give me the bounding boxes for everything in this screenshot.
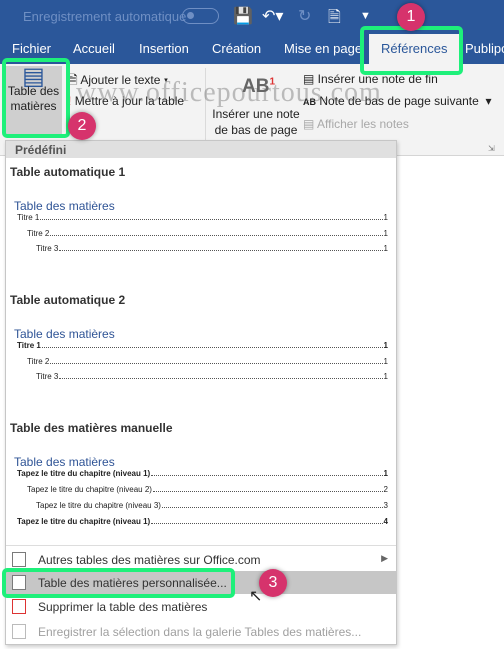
insert-footnote-button[interactable]: Insérer une note de bas de page: [208, 106, 304, 138]
menu-item-save-selection[interactable]: Enregistrer la sélection dans la galerie…: [6, 620, 396, 643]
row-text: Titre 2: [27, 357, 50, 366]
row-page: 4: [383, 517, 388, 526]
preview-row: Titre 3 1: [36, 372, 388, 381]
row-text: Titre 3: [36, 244, 59, 253]
save-gallery-icon: [12, 624, 26, 639]
update-table-label: Mettre à jour la table: [74, 94, 185, 108]
add-text-button[interactable]: 🗎 Ajouter le texte ▾: [68, 71, 168, 92]
menu-separator: [6, 545, 396, 546]
step-badge-3: 3: [259, 569, 287, 597]
row-text: Tapez le titre du chapitre (niveau 1): [17, 517, 151, 526]
show-notes-button[interactable]: ▤ Afficher les notes: [303, 117, 409, 131]
row-text: Titre 3: [36, 372, 59, 381]
gallery-item-toc-2[interactable]: Table des matières Titre 1 1 Titre 2 1 Titre …: [6, 317, 396, 387]
menu-item-label: Enregistrer la sélection dans la galerie…: [38, 625, 362, 639]
autosave-toggle[interactable]: [182, 8, 219, 24]
row-page: 1: [383, 244, 388, 253]
row-text: Titre 1: [17, 213, 40, 222]
row-page: 1: [383, 213, 388, 222]
tab-creation[interactable]: Création: [212, 41, 261, 56]
preview-row: Tapez le titre du chapitre (niveau 1) 4: [17, 517, 388, 526]
preview-row: Titre 1 1: [17, 213, 388, 222]
gallery-item-toc-1[interactable]: Table des matières Titre 1 1 Titre 2 1 Titre …: [6, 189, 396, 259]
ab-label: AB: [242, 76, 270, 97]
preview-title: Table des matières: [14, 327, 115, 341]
step-badge-2: 2: [68, 112, 96, 140]
menu-item-label: Autres tables des matières sur Office.co…: [38, 553, 261, 567]
tab-fichier[interactable]: Fichier: [12, 41, 51, 56]
tab-mise-en-page[interactable]: Mise en page: [284, 41, 362, 56]
ab-sup: 1: [269, 76, 276, 88]
row-page: 3: [383, 501, 388, 510]
autosave-label: Enregistrement automatique: [23, 9, 187, 24]
submenu-arrow-icon: ▶: [381, 553, 388, 563]
gallery-item-toc-3[interactable]: Table des matières Tapez le titre du chap…: [6, 445, 396, 530]
row-page: 1: [383, 372, 388, 381]
row-page: 1: [383, 357, 388, 366]
highlight-references: [360, 26, 463, 75]
row-page: 2: [383, 485, 388, 494]
undo-icon[interactable]: ↶▾: [262, 6, 283, 26]
row-text: Titre 2: [27, 229, 50, 238]
tab-insertion[interactable]: Insertion: [139, 41, 189, 56]
footnote-icon: AB1: [242, 76, 275, 98]
delete-icon: [12, 599, 26, 614]
highlight-toc-button: [2, 58, 70, 138]
next-footnote-button[interactable]: AB Note de bas de page suivante ▾: [303, 94, 492, 108]
globe-icon: [12, 552, 26, 567]
new-document-icon[interactable]: 🗎: [328, 6, 341, 33]
menu-item-label: Supprimer la table des matières: [38, 600, 208, 614]
row-text: Tapez le titre du chapitre (niveau 1): [17, 469, 151, 478]
tab-publipostage[interactable]: Publipo: [465, 41, 504, 56]
highlight-custom-toc: [2, 568, 235, 598]
gallery-section-title: Table automatique 1: [10, 165, 126, 179]
group-separator: [205, 68, 206, 140]
preview-title: Table des matières: [14, 199, 115, 213]
preview-row: Titre 2 1: [27, 357, 388, 366]
row-page: 1: [383, 341, 388, 350]
customize-toolbar-icon[interactable]: ▼: [360, 10, 371, 22]
preview-title: Table des matières: [14, 455, 115, 469]
preview-row: Titre 1 1: [17, 341, 388, 350]
preview-row: Tapez le titre du chapitre (niveau 1) 1: [17, 469, 388, 478]
redo-icon[interactable]: ↻: [298, 6, 311, 26]
gallery-section-title: Table automatique 2: [10, 293, 126, 307]
dialog-launcher-icon[interactable]: ⇲: [488, 144, 495, 153]
next-footnote-label: Note de bas de page suivante: [319, 94, 479, 108]
step-badge-1: 1: [397, 3, 425, 31]
add-text-label: Ajouter le texte: [80, 73, 161, 87]
row-text: Titre 1: [17, 341, 41, 350]
row-page: 1: [383, 229, 388, 238]
row-text: Tapez le titre du chapitre (niveau 2): [27, 485, 152, 494]
menu-header: Prédéfini: [6, 141, 396, 158]
menu-item-remove-toc[interactable]: Supprimer la table des matières: [6, 595, 396, 618]
update-table-button[interactable]: ! Mettre à jour la table: [68, 94, 184, 108]
tab-accueil[interactable]: Accueil: [73, 41, 115, 56]
row-page: 1: [383, 469, 388, 478]
gallery-section-title: Table des matières manuelle: [10, 421, 173, 435]
show-notes-label: Afficher les notes: [317, 117, 409, 131]
preview-row: Titre 2 1: [27, 229, 388, 238]
preview-row: Tapez le titre du chapitre (niveau 3) 3: [36, 501, 388, 510]
preview-row: Tapez le titre du chapitre (niveau 2) 2: [27, 485, 388, 494]
row-text: Tapez le titre du chapitre (niveau 3): [36, 501, 161, 510]
preview-row: Titre 3 1: [36, 244, 388, 253]
save-icon[interactable]: 💾: [233, 6, 253, 26]
